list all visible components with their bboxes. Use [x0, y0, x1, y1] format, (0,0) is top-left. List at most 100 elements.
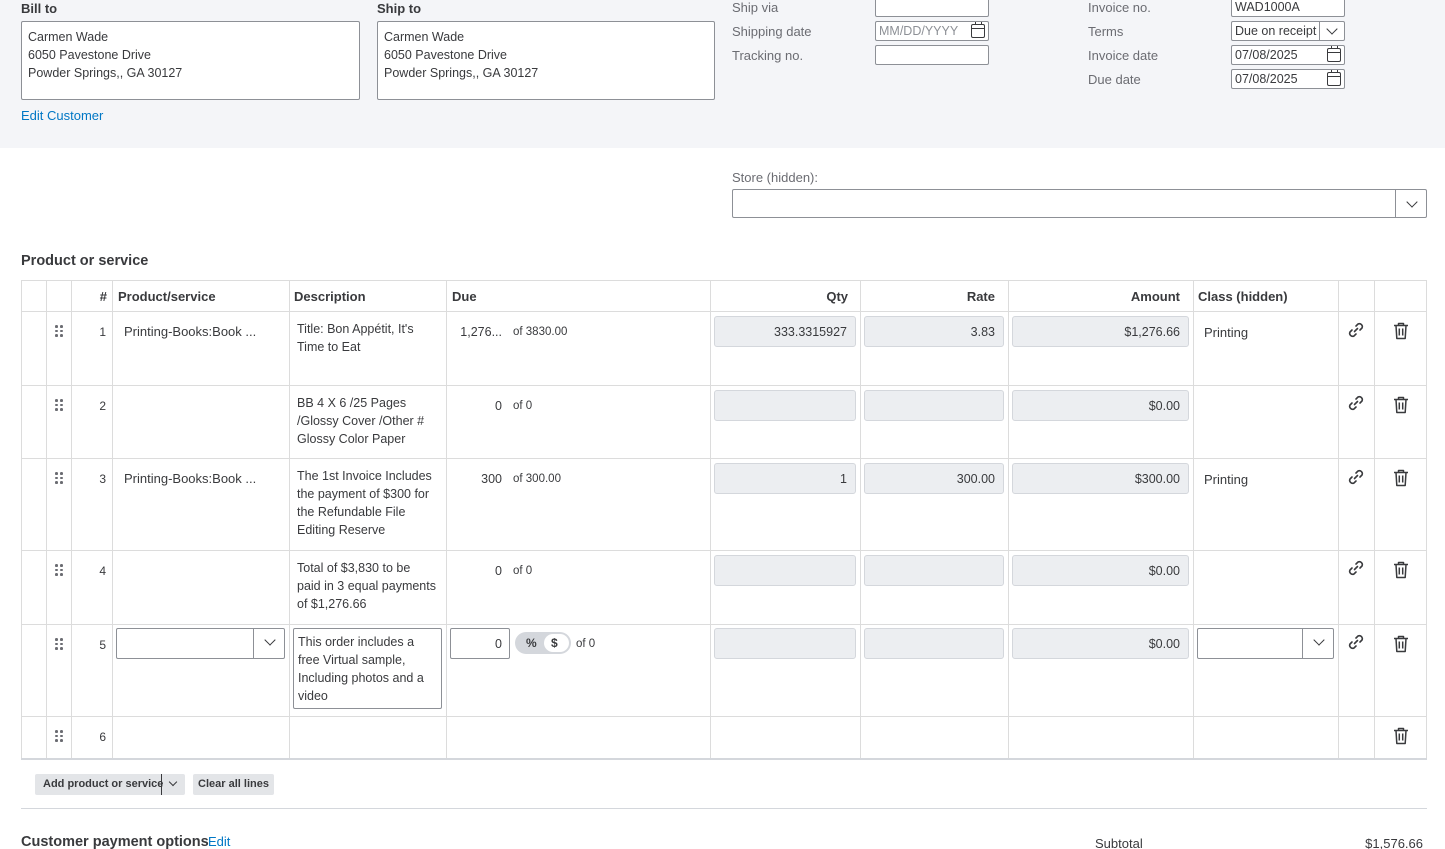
row-product[interactable]: Printing-Books:Book ... — [124, 324, 256, 339]
store-select[interactable] — [732, 189, 1427, 218]
shipping-date-label: Shipping date — [732, 24, 812, 39]
due-date-label: Due date — [1088, 72, 1141, 87]
link-icon[interactable] — [1346, 467, 1366, 487]
bill-to-address[interactable]: Carmen Wade 6050 Pavestone Drive Powder … — [21, 21, 360, 100]
row-rate[interactable] — [864, 628, 1004, 659]
row-due[interactable]: 0 — [450, 564, 502, 578]
row-qty[interactable] — [714, 628, 856, 659]
row-qty[interactable] — [714, 555, 856, 586]
trash-icon[interactable] — [1393, 469, 1409, 487]
link-icon[interactable] — [1346, 320, 1366, 340]
link-icon[interactable] — [1346, 393, 1366, 413]
ship-via-label: Ship via — [732, 0, 779, 15]
terms-label: Terms — [1088, 24, 1124, 39]
ship-via-input[interactable] — [875, 0, 989, 17]
col-header-due: Due — [452, 289, 477, 304]
row-qty[interactable]: 333.3315927 — [714, 316, 856, 347]
shipping-date-input[interactable]: MM/DD/YYYY — [875, 21, 989, 41]
drag-handle-icon[interactable] — [55, 325, 63, 337]
row-rate[interactable] — [864, 390, 1004, 421]
col-header-amount: Amount — [1130, 289, 1180, 304]
invoice-date-label: Invoice date — [1088, 48, 1159, 63]
row-description[interactable]: Total of $3,830 to be paid in 3 equal pa… — [297, 559, 436, 613]
row-rate[interactable] — [864, 555, 1004, 586]
trash-icon[interactable] — [1393, 322, 1409, 340]
row-qty[interactable] — [714, 390, 856, 421]
col-header-product: Product/service — [118, 289, 216, 304]
chevron-down-icon[interactable] — [1313, 634, 1325, 646]
row-due-of: of 0 — [576, 638, 596, 650]
row-qty[interactable]: 1 — [714, 463, 856, 494]
row-amount[interactable]: $0.00 — [1012, 628, 1189, 659]
ship-to-label: Ship to — [377, 1, 422, 16]
row-description[interactable]: BB 4 X 6 /25 Pages /Glossy Cover /Other … — [297, 394, 424, 448]
edit-customer-link[interactable]: Edit Customer — [21, 108, 103, 123]
link-icon[interactable] — [1346, 632, 1366, 652]
terms-value: Due on receipt — [1235, 24, 1317, 38]
due-date-value: 07/08/2025 — [1235, 72, 1298, 86]
products-section-title: Product or service — [21, 253, 149, 269]
trash-icon[interactable] — [1393, 396, 1409, 414]
chevron-down-icon[interactable] — [1326, 23, 1338, 35]
percent-dollar-toggle[interactable]: % $ — [515, 632, 571, 654]
col-header-description: Description — [294, 289, 366, 304]
link-icon[interactable] — [1346, 558, 1366, 578]
calendar-icon[interactable] — [1327, 70, 1341, 86]
dollar-option[interactable]: $ — [551, 636, 558, 650]
invoice-date-input[interactable]: 07/08/2025 — [1231, 45, 1345, 65]
description-textarea[interactable]: This order includes a free Virtual sampl… — [293, 628, 442, 709]
col-header-qty: Qty — [826, 289, 848, 304]
trash-icon[interactable] — [1393, 635, 1409, 653]
calendar-icon[interactable] — [971, 22, 985, 38]
row-amount[interactable]: $0.00 — [1012, 390, 1189, 421]
row-class[interactable]: Printing — [1204, 472, 1248, 487]
percent-option[interactable]: % — [526, 636, 537, 650]
trash-icon[interactable] — [1393, 561, 1409, 579]
store-label: Store (hidden): — [732, 170, 818, 185]
terms-select[interactable]: Due on receipt — [1231, 21, 1345, 41]
subtotal-value: $1,576.66 — [1365, 836, 1423, 849]
invoice-no-input[interactable]: WAD1000A — [1231, 0, 1345, 17]
row-number: 1 — [99, 325, 106, 339]
due-date-input[interactable]: 07/08/2025 — [1231, 69, 1345, 89]
row-due[interactable]: 1,276... — [450, 325, 502, 339]
drag-handle-icon[interactable] — [55, 730, 63, 742]
row-rate[interactable]: 300.00 — [864, 463, 1004, 494]
col-header-num: # — [99, 289, 107, 304]
row-amount[interactable]: $300.00 — [1012, 463, 1189, 494]
row-description[interactable]: Title: Bon Appétit, It's Time to Eat — [297, 320, 414, 356]
row-amount[interactable]: $1,276.66 — [1012, 316, 1189, 347]
row-description[interactable]: The 1st Invoice Includes the payment of … — [297, 467, 432, 539]
shipping-date-placeholder: MM/DD/YYYY — [879, 24, 959, 38]
invoice-no-label: Invoice no. — [1088, 0, 1151, 15]
trash-icon[interactable] — [1393, 727, 1409, 745]
clear-all-lines-button[interactable]: Clear all lines — [193, 774, 274, 795]
row-number: 3 — [99, 472, 106, 486]
calendar-icon[interactable] — [1327, 46, 1341, 62]
payment-options-edit-link[interactable]: Edit — [208, 834, 230, 849]
row-due[interactable]: 0 — [450, 399, 502, 413]
product-select[interactable] — [116, 628, 285, 659]
drag-handle-icon[interactable] — [55, 399, 63, 411]
due-input[interactable]: 0 — [450, 628, 510, 659]
drag-handle-icon[interactable] — [55, 564, 63, 576]
ship-to-address[interactable]: Carmen Wade 6050 Pavestone Drive Powder … — [377, 21, 715, 100]
chevron-down-icon[interactable] — [264, 634, 276, 646]
drag-handle-icon[interactable] — [55, 638, 63, 650]
col-header-class: Class (hidden) — [1198, 289, 1288, 304]
class-select[interactable] — [1197, 628, 1334, 659]
row-rate[interactable]: 3.83 — [864, 316, 1004, 347]
subtotal-label: Subtotal — [1095, 836, 1143, 849]
chevron-down-icon[interactable] — [168, 777, 178, 787]
row-number: 4 — [99, 564, 106, 578]
row-amount[interactable]: $0.00 — [1012, 555, 1189, 586]
add-product-button[interactable]: Add product or service — [43, 774, 163, 795]
row-class[interactable]: Printing — [1204, 325, 1248, 340]
row-product[interactable]: Printing-Books:Book ... — [124, 471, 256, 486]
tracking-input[interactable] — [875, 45, 989, 65]
tracking-label: Tracking no. — [732, 48, 804, 63]
row-due[interactable]: 300 — [450, 472, 502, 486]
chevron-down-icon[interactable] — [1406, 196, 1418, 208]
add-product-split-button: Add product or service — [35, 774, 185, 795]
drag-handle-icon[interactable] — [55, 472, 63, 484]
